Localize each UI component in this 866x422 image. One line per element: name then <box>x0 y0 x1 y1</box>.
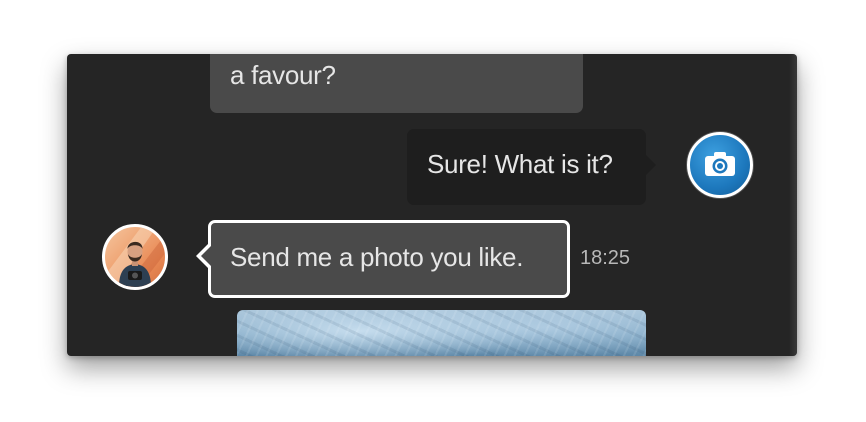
chat-window[interactable]: a favour? Sure! What is it? Send me a ph… <box>67 54 797 356</box>
message-text: Sure! What is it? <box>427 149 613 179</box>
window-edge <box>789 54 797 356</box>
message-bubble-selected[interactable]: Send me a photo you like. <box>196 220 570 298</box>
message-text: Send me a photo you like. <box>230 242 524 272</box>
message-text: a favour? <box>230 60 336 90</box>
contact-avatar[interactable] <box>102 224 168 290</box>
self-avatar[interactable] <box>687 132 753 198</box>
camera-icon <box>705 152 735 176</box>
message-bubble-reply[interactable]: Sure! What is it? <box>407 129 656 205</box>
photo-attachment[interactable] <box>237 310 646 356</box>
message-bubble-partial[interactable]: a favour? <box>210 54 583 113</box>
stage: a favour? Sure! What is it? Send me a ph… <box>0 0 866 422</box>
person-photo <box>105 227 165 287</box>
message-timestamp: 18:25 <box>580 247 631 269</box>
bubble-tail-fill <box>201 245 212 267</box>
